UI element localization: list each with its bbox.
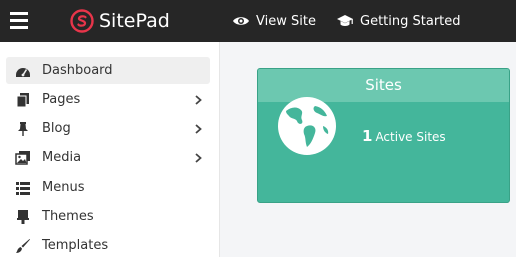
chevron-right-icon bbox=[195, 95, 202, 105]
sidebar-item-menus[interactable]: Menus bbox=[6, 174, 210, 201]
pages-icon bbox=[16, 93, 29, 108]
sidebar-item-blog[interactable]: Blog bbox=[6, 115, 210, 142]
sidebar-item-label: Blog bbox=[42, 121, 71, 136]
themes-icon bbox=[17, 210, 29, 224]
getting-started-link[interactable]: Getting Started bbox=[336, 12, 461, 30]
sidebar-item-templates[interactable]: Templates bbox=[6, 232, 210, 257]
sidebar-item-pages[interactable]: Pages bbox=[6, 86, 210, 113]
hamburger-menu-icon[interactable] bbox=[10, 12, 28, 29]
graduation-cap-icon bbox=[337, 15, 353, 26]
media-icon bbox=[15, 151, 30, 165]
globe-icon bbox=[278, 97, 336, 155]
sidebar-item-themes[interactable]: Themes bbox=[6, 203, 210, 230]
active-sites-stat[interactable]: 1 Active Sites bbox=[362, 127, 446, 145]
sidebar-item-label: Themes bbox=[42, 209, 94, 224]
sidebar-item-label: Pages bbox=[42, 92, 81, 107]
chevron-right-icon bbox=[195, 153, 202, 163]
getting-started-label: Getting Started bbox=[360, 13, 461, 29]
active-sites-label: Active Sites bbox=[375, 130, 446, 144]
menus-icon bbox=[16, 182, 30, 195]
active-sites-count: 1 bbox=[362, 127, 373, 145]
sidebar-item-label: Dashboard bbox=[42, 63, 113, 78]
brand-name[interactable]: SitePad bbox=[99, 9, 170, 33]
sidebar-item-media[interactable]: Media bbox=[6, 144, 210, 171]
pin-icon bbox=[18, 122, 28, 136]
sidebar: Dashboard Pages Blog Media Menus Themes … bbox=[0, 42, 220, 257]
sidebar-item-label: Media bbox=[42, 150, 82, 165]
view-site-link[interactable]: View Site bbox=[232, 12, 316, 30]
sidebar-item-label: Menus bbox=[42, 180, 85, 195]
sitepad-logo-icon[interactable] bbox=[70, 9, 94, 33]
view-site-label: View Site bbox=[256, 13, 316, 29]
top-bar: SitePad View Site Getting Started bbox=[0, 0, 516, 42]
eye-icon bbox=[233, 17, 249, 25]
sites-card[interactable]: Sites 1 Active Sites bbox=[257, 68, 510, 203]
sidebar-item-dashboard[interactable]: Dashboard bbox=[6, 57, 210, 84]
sidebar-item-label: Templates bbox=[42, 238, 109, 253]
dashboard-icon bbox=[16, 68, 30, 77]
brush-icon bbox=[16, 239, 30, 253]
chevron-right-icon bbox=[195, 124, 202, 134]
